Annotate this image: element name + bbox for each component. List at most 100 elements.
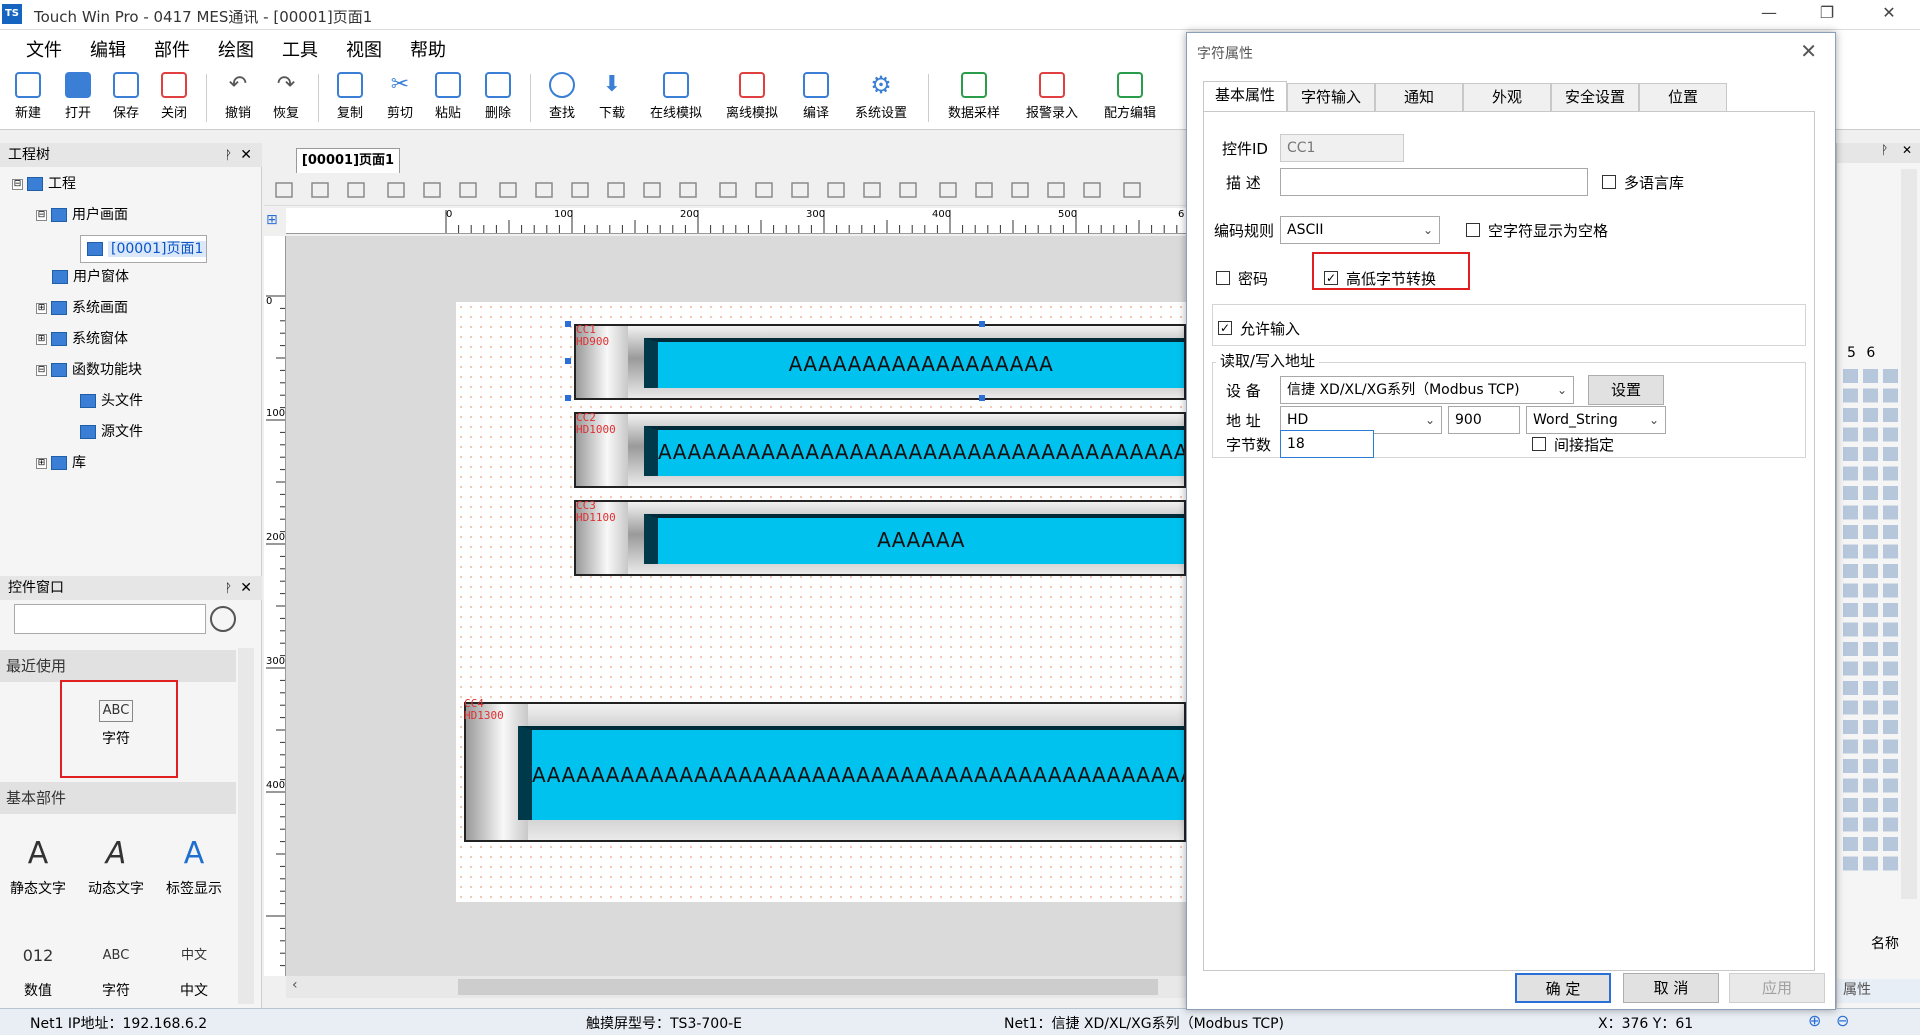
encoding-select[interactable]: ASCII ⌄ [1280, 216, 1440, 244]
collapse-icon[interactable]: ⊟ [12, 178, 23, 190]
cancel-button[interactable]: 取 消 [1623, 973, 1719, 1003]
tree-node-user-screens[interactable]: ⊟ 用户画面 [36, 204, 128, 224]
dynamic-text-control[interactable]: A 动态文字 [78, 836, 154, 898]
control-search-input[interactable] [14, 604, 206, 634]
save-button[interactable]: 保存 [100, 72, 152, 121]
device-select[interactable]: 信捷 XD/XL/XG系列（Modbus TCP) ⌄ [1280, 376, 1574, 404]
search-icon[interactable] [210, 606, 236, 632]
character-field[interactable]: AAAAAA [644, 514, 1184, 564]
dialog-close-icon[interactable]: ✕ [1800, 39, 1817, 63]
zoom-in-icon[interactable]: ⊕ [1808, 1011, 1821, 1030]
numeric-control[interactable]: 012 数值 [0, 938, 76, 1000]
character-field[interactable]: AAAAAAAAAAAAAAAAAA [644, 338, 1184, 388]
close-icon[interactable]: ✕ [240, 143, 252, 167]
cut-button[interactable]: ✂ 剪切 [374, 72, 426, 121]
tree-node-library[interactable]: ⊞ 库 [36, 452, 86, 472]
basic-section-header[interactable]: 基本部件 [0, 782, 236, 814]
character-control-cc3[interactable]: AAAAAA [574, 500, 1186, 576]
address-number-field[interactable]: 900 [1448, 406, 1520, 434]
tab-properties[interactable]: 属性 [1837, 979, 1920, 1003]
character-control[interactable]: ABC 字符 [78, 938, 154, 1000]
password-checkbox[interactable]: 密码 [1216, 268, 1268, 289]
tree-node-header-files[interactable]: 头文件 [80, 390, 143, 410]
expand-icon[interactable]: ⊞ [36, 333, 47, 345]
tree-node-function-blocks[interactable]: ⊟ 函数功能块 [36, 359, 142, 379]
tab-security[interactable]: 安全设置 [1551, 83, 1639, 111]
alarm-entry-button[interactable]: 报警录入 [1016, 72, 1088, 121]
ok-button[interactable]: 确 定 [1515, 973, 1611, 1003]
offline-sim-button[interactable]: 离线模拟 [716, 72, 788, 121]
tab-page1[interactable]: [00001]页面1 [296, 148, 400, 173]
address-format-select[interactable]: Word_String ⌄ [1526, 406, 1666, 434]
delete-button[interactable]: 删除 [472, 72, 524, 121]
system-settings-button[interactable]: ⚙ 系统设置 [846, 72, 916, 121]
tree-node-user-windows[interactable]: 用户窗体 [52, 266, 129, 286]
tree-node-project[interactable]: ⊟ 工程 [12, 173, 76, 193]
selection-handle[interactable] [979, 395, 985, 401]
copy-button[interactable]: 复制 [324, 72, 376, 121]
tree-node-system-windows[interactable]: ⊞ 系统窗体 [36, 328, 128, 348]
menu-tools[interactable]: 工具 [282, 36, 318, 62]
pin-icon[interactable]: ᚹ [225, 143, 232, 167]
static-text-control[interactable]: A 静态文字 [0, 836, 76, 898]
side-panel-scrollbar[interactable] [1901, 169, 1917, 899]
recipe-edit-button[interactable]: 配方编辑 [1094, 72, 1166, 121]
label-display-control[interactable]: A 标签显示 [156, 836, 232, 898]
design-canvas[interactable]: AAAAAAAAAAAAAAAAAA CC1 HD900 AAAAAAAAAAA… [286, 236, 1186, 976]
device-setup-button[interactable]: 设置 [1588, 375, 1664, 405]
character-control-cc1[interactable]: AAAAAAAAAAAAAAAAAA [574, 324, 1186, 400]
recent-section-header[interactable]: 最近使用 [0, 650, 236, 682]
character-control-cc4[interactable]: AAAAAAAAAAAAAAAAAAAAAAAAAAAAAAAAAAAAAAAA… [464, 702, 1186, 842]
alignment-tools-icon[interactable] [264, 174, 1184, 206]
paste-button[interactable]: 粘贴 [422, 72, 474, 121]
zoom-out-icon[interactable]: ⊖ [1836, 1011, 1849, 1030]
selection-handle[interactable] [565, 321, 571, 327]
selection-handle[interactable] [979, 321, 985, 327]
close-icon[interactable]: ✕ [240, 576, 252, 600]
close-window-button[interactable]: ✕ [1874, 3, 1904, 22]
close-button[interactable]: 关闭 [148, 72, 200, 121]
null-as-space-checkbox[interactable]: 空字符显示为空格 [1466, 220, 1608, 241]
scroll-left-icon[interactable]: ‹ [292, 977, 298, 993]
hmi-page[interactable]: AAAAAAAAAAAAAAAAAA CC1 HD900 AAAAAAAAAAA… [456, 302, 1186, 902]
online-sim-button[interactable]: 在线模拟 [640, 72, 712, 121]
expand-icon[interactable]: ⊞ [36, 457, 47, 469]
character-field[interactable]: AAAAAAAAAAAAAAAAAAAAAAAAAAAAAAAAAAAAAAAA… [644, 426, 1184, 476]
scrollbar-thumb[interactable] [458, 979, 1158, 995]
allow-input-checkbox[interactable]: ✓ 允许输入 [1218, 318, 1300, 339]
ruler-origin-icon[interactable]: ⊞ [266, 212, 278, 228]
tree-node-page1[interactable]: [00001]页面1 [80, 235, 208, 263]
redo-button[interactable]: ↷ 恢复 [260, 72, 312, 121]
tab-position[interactable]: 位置 [1639, 83, 1727, 111]
tab-basic-properties[interactable]: 基本属性 [1203, 81, 1287, 111]
minimize-button[interactable]: — [1754, 3, 1784, 22]
open-button[interactable]: 打开 [52, 72, 104, 121]
compile-button[interactable]: 编译 [790, 72, 842, 121]
multilang-checkbox[interactable]: 多语言库 [1602, 172, 1684, 193]
tab-character-input[interactable]: 字符输入 [1287, 83, 1375, 111]
menu-parts[interactable]: 部件 [154, 36, 190, 62]
selection-handle[interactable] [565, 358, 571, 364]
menu-edit[interactable]: 编辑 [90, 36, 126, 62]
chinese-control[interactable]: 中文 中文 [156, 938, 232, 1000]
tab-notify[interactable]: 通知 [1375, 83, 1463, 111]
control-panel-scrollbar[interactable] [238, 648, 254, 1004]
character-field[interactable]: AAAAAAAAAAAAAAAAAAAAAAAAAAAAAAAAAAAAAAAA… [518, 726, 1184, 820]
selection-handle[interactable] [565, 395, 571, 401]
menu-view[interactable]: 视图 [346, 36, 382, 62]
color-grid[interactable] [1843, 369, 1907, 879]
byte-count-field[interactable]: 18 [1280, 430, 1374, 458]
menu-file[interactable]: 文件 [26, 36, 62, 62]
canvas-horizontal-scrollbar[interactable]: ‹ [286, 976, 1186, 998]
restore-button[interactable]: ❐ [1812, 3, 1842, 22]
indirect-checkbox[interactable]: 间接指定 [1532, 434, 1614, 455]
pin-icon[interactable]: ᚹ [225, 576, 232, 600]
find-button[interactable]: 查找 [536, 72, 588, 121]
download-button[interactable]: ⬇ 下载 [586, 72, 638, 121]
tab-appearance[interactable]: 外观 [1463, 83, 1551, 111]
expand-icon[interactable]: ⊞ [36, 302, 47, 314]
new-button[interactable]: 新建 [2, 72, 54, 121]
pin-icon[interactable]: ᚹ [1881, 143, 1888, 157]
character-control-cc2[interactable]: AAAAAAAAAAAAAAAAAAAAAAAAAAAAAAAAAAAAAAAA… [574, 412, 1186, 488]
collapse-icon[interactable]: ⊟ [36, 364, 47, 376]
